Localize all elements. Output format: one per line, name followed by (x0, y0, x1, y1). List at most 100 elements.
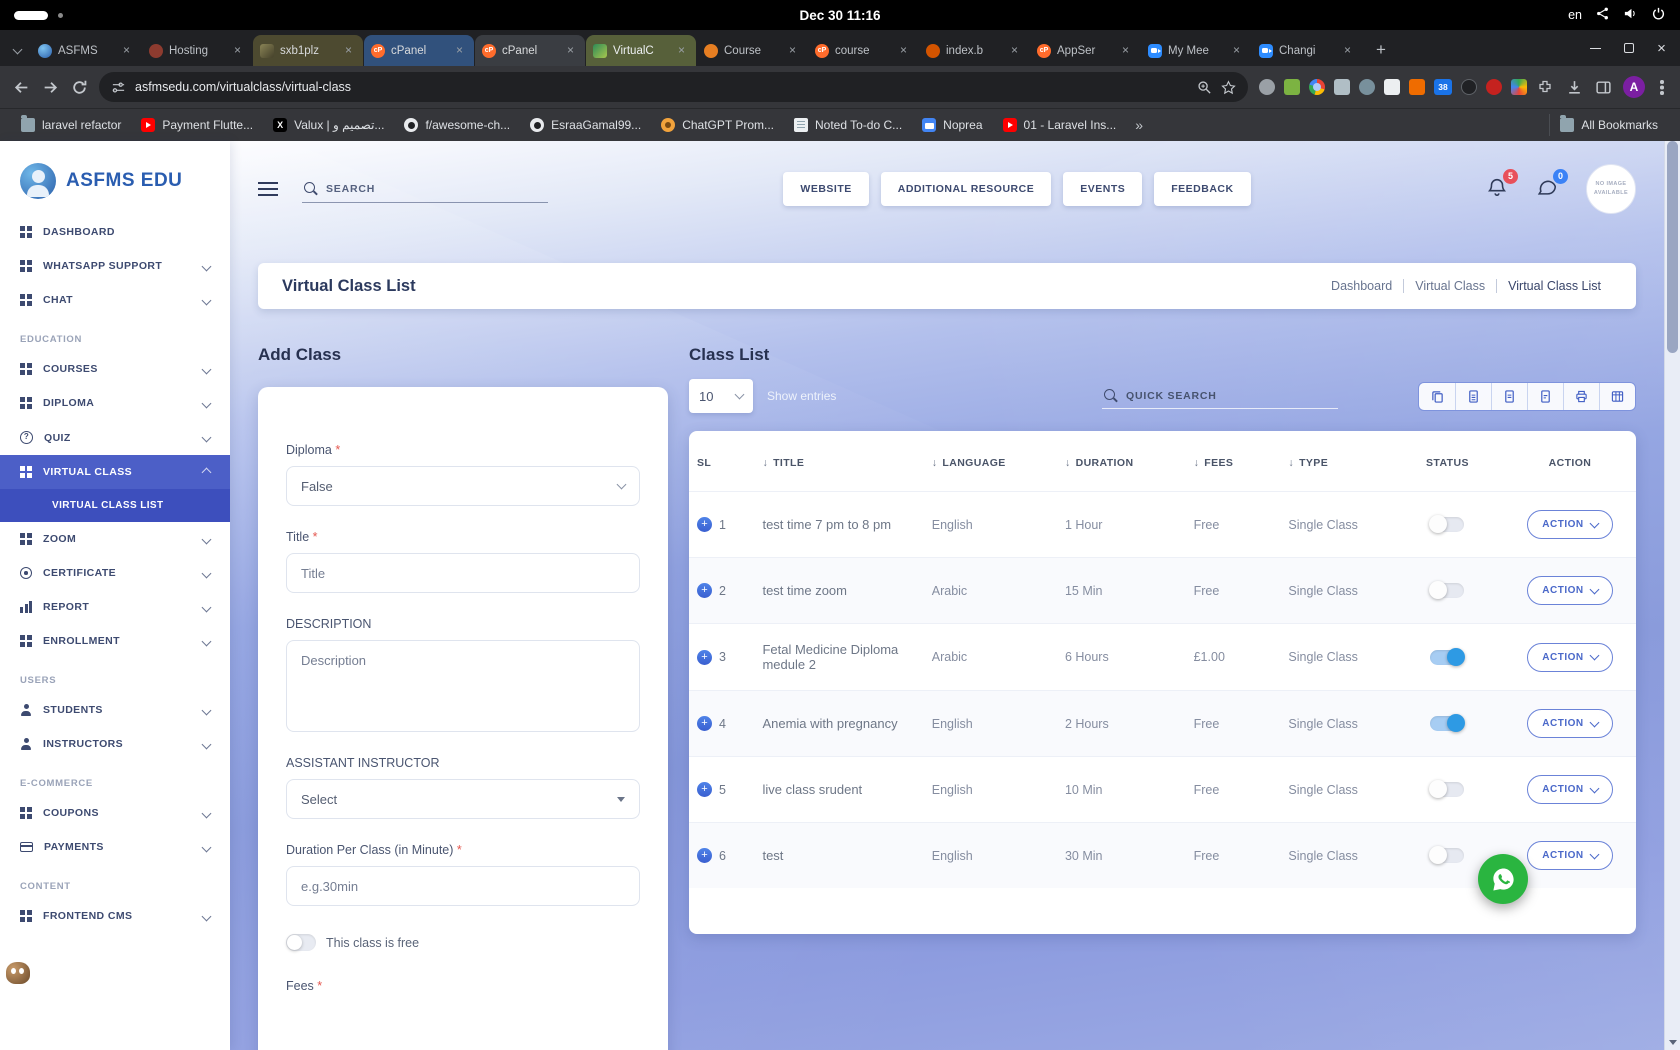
language-indicator[interactable]: en (1568, 8, 1582, 22)
browser-tab[interactable]: AppSer (1030, 35, 1140, 66)
tab-close-icon[interactable] (563, 43, 578, 58)
browser-tab[interactable]: My Mee (1141, 35, 1251, 66)
status-toggle[interactable] (1430, 716, 1464, 731)
browser-tab[interactable]: cPanel (475, 35, 585, 66)
sidebar-item-frontend-cms[interactable]: FRONTEND CMS (0, 899, 230, 933)
status-toggle[interactable] (1430, 848, 1464, 863)
forward-button[interactable] (41, 78, 59, 96)
description-textarea[interactable] (286, 640, 640, 732)
action-button[interactable]: ACTION (1527, 841, 1612, 870)
extension-icon[interactable] (1384, 79, 1400, 95)
status-toggle[interactable] (1430, 650, 1464, 665)
bookmark-item[interactable]: Valux | تصميم و... (264, 114, 393, 136)
row-expand-icon[interactable] (697, 782, 712, 797)
sidebar-item-students[interactable]: STUDENTS (0, 693, 230, 727)
search-input[interactable] (326, 183, 546, 195)
sidebar-item-coupons[interactable]: COUPONS (0, 796, 230, 830)
column-header-title[interactable]: TITLE (754, 431, 923, 492)
app-logo[interactable]: ASFMS EDU (0, 141, 230, 215)
tab-close-icon[interactable] (674, 43, 689, 58)
window-close-button[interactable] (1655, 42, 1668, 55)
bookmark-star-icon[interactable] (1221, 78, 1236, 96)
address-bar[interactable]: asfmsedu.com/virtualclass/virtual-class (99, 72, 1248, 102)
bookmark-item[interactable]: f/awesome-ch... (395, 114, 519, 136)
status-toggle[interactable] (1430, 583, 1464, 598)
bookmark-item[interactable]: Noprea (913, 114, 991, 136)
bookmark-item[interactable]: ChatGPT Prom... (652, 114, 783, 136)
action-button[interactable]: ACTION (1527, 709, 1612, 738)
all-bookmarks-button[interactable]: All Bookmarks (1549, 114, 1668, 136)
sidebar-item-dashboard[interactable]: DASHBOARD (0, 215, 230, 249)
sidebar-item-zoom[interactable]: ZOOM (0, 522, 230, 556)
title-input[interactable] (286, 553, 640, 593)
quick-search-input[interactable] (1126, 390, 1336, 402)
extension-icon[interactable] (1359, 79, 1375, 95)
bookmarks-overflow-icon[interactable] (1127, 117, 1151, 133)
tab-close-icon[interactable] (896, 43, 911, 58)
window-maximize-button[interactable] (1622, 42, 1635, 55)
extension-icon[interactable] (1511, 79, 1527, 95)
new-tab-button[interactable] (1367, 36, 1395, 64)
row-expand-icon[interactable] (697, 650, 712, 665)
export-csv-button[interactable] (1491, 383, 1527, 410)
entries-select[interactable]: 10 (689, 379, 753, 413)
extension-badge-icon[interactable]: 38 (1434, 79, 1452, 95)
zoom-icon[interactable] (1197, 78, 1212, 96)
browser-tab[interactable]: cPanel (364, 35, 474, 66)
sidebar-item-chat[interactable]: CHAT (0, 283, 230, 317)
profile-avatar[interactable]: A (1623, 76, 1645, 98)
extensions-puzzle-icon[interactable] (1536, 78, 1554, 96)
row-expand-icon[interactable] (697, 517, 712, 532)
tab-close-icon[interactable] (230, 43, 245, 58)
back-button[interactable] (12, 78, 30, 96)
browser-menu-button[interactable] (1660, 79, 1664, 95)
export-pdf-button[interactable] (1527, 383, 1563, 410)
tab-search-icon[interactable] (4, 36, 30, 66)
tab-close-icon[interactable] (119, 43, 134, 58)
action-button[interactable]: ACTION (1527, 775, 1612, 804)
tab-close-icon[interactable] (452, 43, 467, 58)
user-avatar[interactable]: NO IMAGE AVAILABLE (1586, 164, 1636, 214)
sidebar-item-courses[interactable]: COURSES (0, 352, 230, 386)
events-button[interactable]: EVENTS (1063, 172, 1142, 206)
export-print-button[interactable] (1563, 383, 1599, 410)
sidebar-item-instructors[interactable]: INSTRUCTORS (0, 727, 230, 761)
tab-close-icon[interactable] (1118, 43, 1133, 58)
browser-tab-active[interactable]: VirtualC (586, 35, 696, 66)
site-settings-icon[interactable] (111, 78, 126, 96)
bookmark-item[interactable]: Payment Flutte... (132, 114, 262, 136)
scrollbar-down-arrow[interactable] (1665, 1034, 1680, 1050)
sidebar-item-whatsapp-support[interactable]: WHATSAPP SUPPORT (0, 249, 230, 283)
volume-icon[interactable] (1623, 6, 1638, 24)
extension-icon[interactable] (1259, 79, 1275, 95)
page-scrollbar[interactable] (1664, 141, 1680, 1050)
extension-icon[interactable] (1309, 79, 1325, 95)
breadcrumb-virtual-class[interactable]: Virtual Class (1403, 279, 1496, 293)
column-header-sl[interactable]: SL (689, 431, 754, 492)
sidebar-item-enrollment[interactable]: ENROLLMENT (0, 624, 230, 658)
action-button[interactable]: ACTION (1527, 576, 1612, 605)
whatsapp-float-button[interactable] (1478, 854, 1528, 904)
sidebar-toggle-button[interactable] (258, 182, 278, 197)
tab-close-icon[interactable] (1229, 43, 1244, 58)
action-button[interactable]: ACTION (1527, 643, 1612, 672)
status-toggle[interactable] (1430, 517, 1464, 532)
clock[interactable]: Dec 30 11:16 (799, 0, 880, 30)
browser-tab[interactable]: Hosting (142, 35, 252, 66)
sidebar-item-certificate[interactable]: CERTIFICATE (0, 556, 230, 590)
assistant-instructor-select[interactable]: Select (286, 779, 640, 819)
sidebar-item-diploma[interactable]: DIPLOMA (0, 386, 230, 420)
browser-tab[interactable]: sxb1plz (253, 35, 363, 66)
breadcrumb-dashboard[interactable]: Dashboard (1320, 279, 1403, 293)
tab-close-icon[interactable] (1340, 43, 1355, 58)
sidebar-item-payments[interactable]: PAYMENTS (0, 830, 230, 864)
extension-icon[interactable] (1486, 79, 1502, 95)
power-icon[interactable] (1651, 6, 1666, 24)
row-expand-icon[interactable] (697, 716, 712, 731)
downloads-button[interactable] (1565, 78, 1583, 96)
column-header-language[interactable]: LANGUAGE (924, 431, 1057, 492)
column-header-type[interactable]: TYPE (1280, 431, 1391, 492)
diploma-select[interactable]: False (286, 466, 640, 506)
bookmark-item[interactable]: 01 - Laravel Ins... (994, 114, 1126, 136)
browser-tab[interactable]: Changi (1252, 35, 1362, 66)
